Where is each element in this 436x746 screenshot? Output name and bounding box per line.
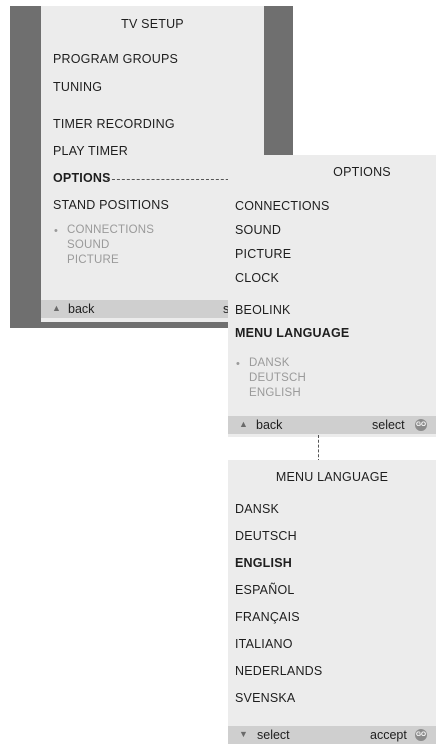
down-arrow-icon: ▼: [239, 729, 248, 739]
menu-language-menu: MENU LANGUAGE DANSK DEUTSCH ENGLISH ESPA…: [228, 460, 436, 744]
options-menu: OPTIONS CONNECTIONS SOUND PICTURE CLOCK …: [228, 155, 436, 437]
language-item-italiano[interactable]: ITALIANO: [235, 637, 293, 651]
sub-item-sound: SOUND: [67, 239, 110, 251]
options-title: OPTIONS: [333, 165, 391, 179]
go-button-icon[interactable]: GO: [415, 729, 427, 741]
tv-setup-title: TV SETUP: [121, 17, 184, 31]
sub-item-picture: PICTURE: [67, 254, 119, 266]
go-button-icon[interactable]: GO: [415, 419, 427, 431]
language-item-english[interactable]: ENGLISH: [235, 556, 292, 570]
options-footer: ▲ back select GO: [228, 416, 436, 434]
language-item-nederlands[interactable]: NEDERLANDS: [235, 664, 322, 678]
language-item-svenska[interactable]: SVENSKA: [235, 691, 295, 705]
menu-item-timer-recording[interactable]: TIMER RECORDING: [53, 117, 175, 131]
sub-item-dansk: DANSK: [249, 357, 290, 369]
accept-button[interactable]: accept: [370, 728, 407, 742]
menu-item-options[interactable]: OPTIONS: [53, 171, 111, 185]
menu-item-menu-language[interactable]: MENU LANGUAGE: [235, 326, 349, 340]
language-item-dansk[interactable]: DANSK: [235, 502, 279, 516]
sub-item-deutsch: DEUTSCH: [249, 372, 306, 384]
up-arrow-icon: ▲: [239, 419, 248, 429]
language-item-francais[interactable]: FRANÇAIS: [235, 610, 300, 624]
up-arrow-icon: ▲: [52, 303, 61, 313]
sub-item-english: ENGLISH: [249, 387, 301, 399]
sub-item-connections: CONNECTIONS: [67, 224, 155, 236]
menu-item-play-timer[interactable]: PLAY TIMER: [53, 144, 128, 158]
menu-item-stand-positions[interactable]: STAND POSITIONS: [53, 198, 169, 212]
menu-language-title: MENU LANGUAGE: [275, 470, 389, 484]
menu-language-footer: ▼ select accept GO: [228, 726, 436, 744]
select-button[interactable]: select: [372, 418, 405, 432]
select-button[interactable]: select: [257, 728, 290, 742]
menu-item-tuning[interactable]: TUNING: [53, 80, 102, 94]
connector-line: [318, 435, 319, 462]
menu-item-clock[interactable]: CLOCK: [235, 271, 279, 285]
language-item-deutsch[interactable]: DEUTSCH: [235, 529, 297, 543]
menu-item-sound[interactable]: SOUND: [235, 223, 281, 237]
menu-item-picture[interactable]: PICTURE: [235, 247, 291, 261]
bullet-icon: •: [236, 358, 240, 370]
menu-item-beolink[interactable]: BEOLINK: [235, 303, 291, 317]
bullet-icon: •: [54, 225, 58, 237]
menu-item-connections[interactable]: CONNECTIONS: [235, 199, 330, 213]
language-item-espanol[interactable]: ESPAÑOL: [235, 583, 295, 597]
back-button[interactable]: back: [256, 418, 282, 432]
back-button[interactable]: back: [68, 302, 94, 316]
menu-item-program-groups[interactable]: PROGRAM GROUPS: [53, 52, 178, 66]
